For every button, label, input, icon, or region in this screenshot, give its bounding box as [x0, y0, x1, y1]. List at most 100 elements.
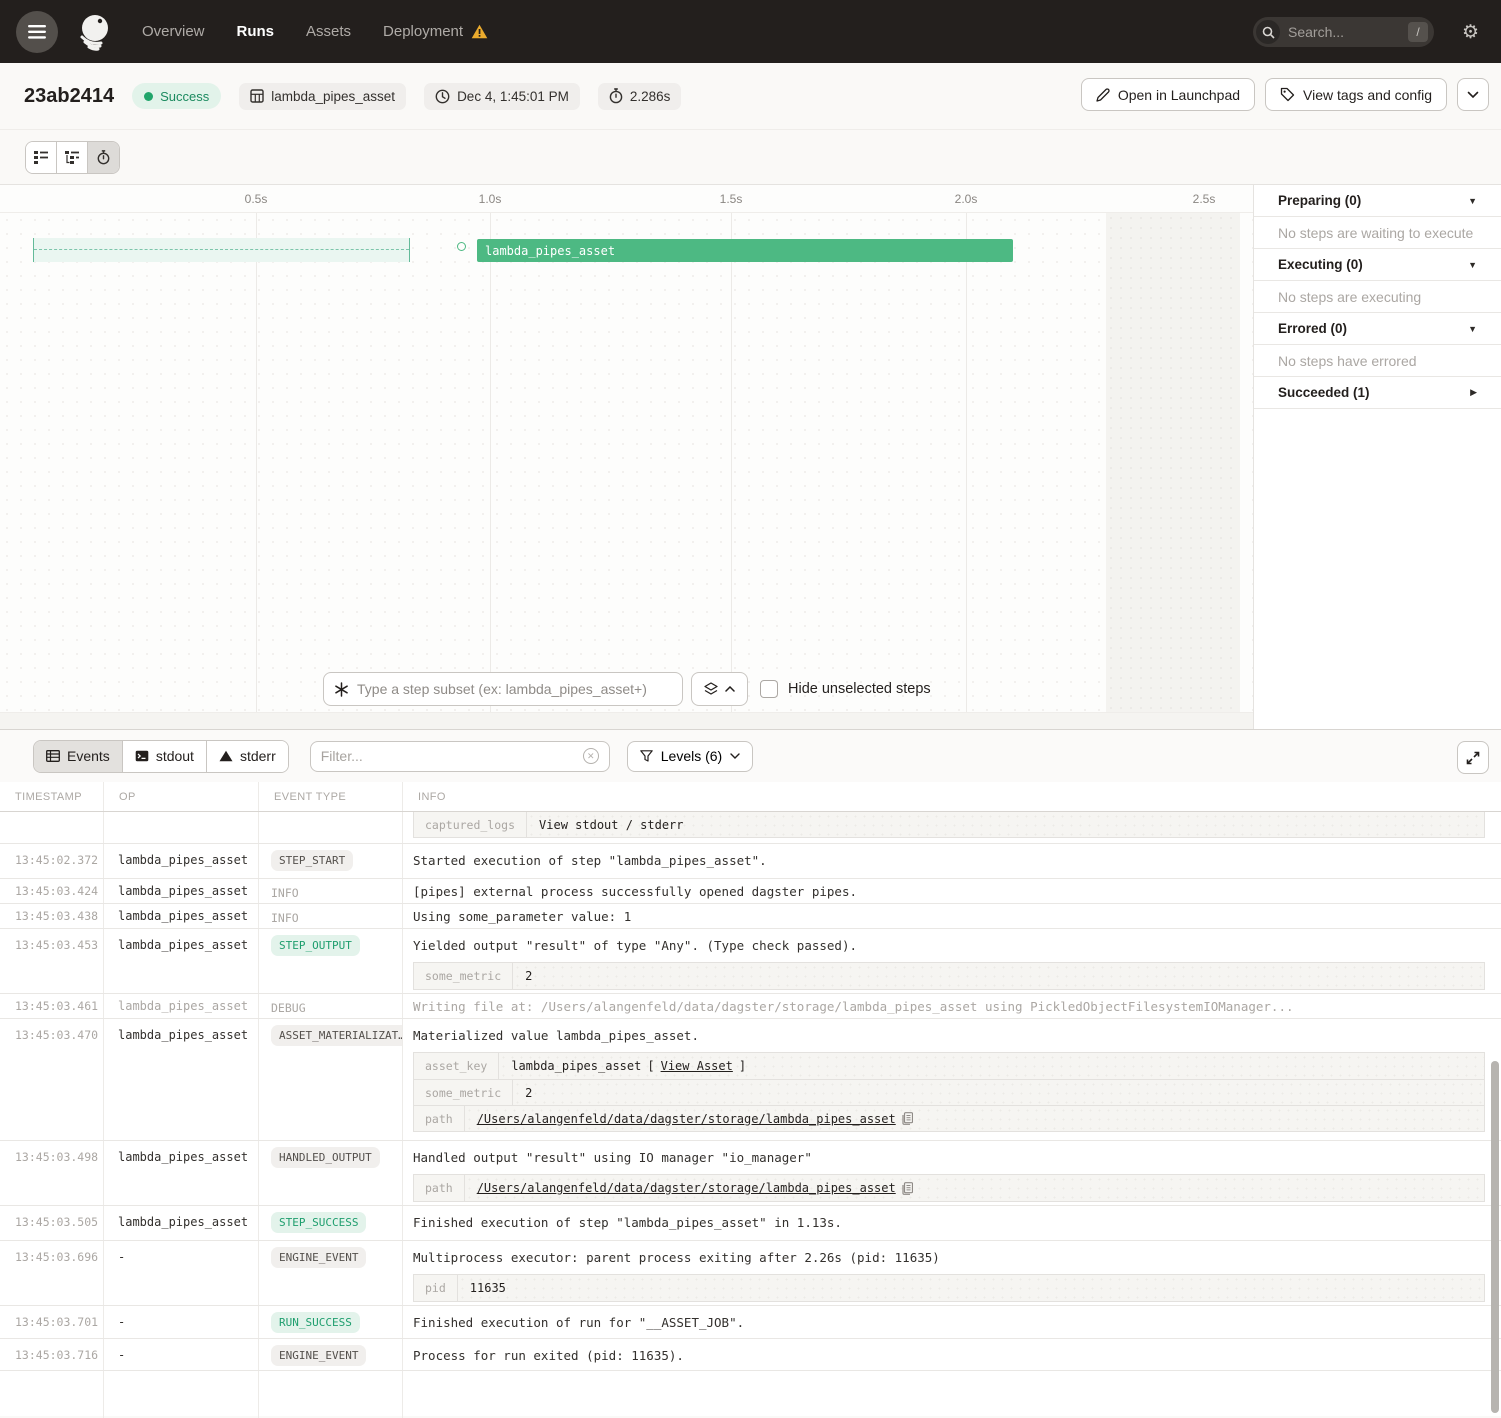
search-input[interactable]: Search... /: [1253, 17, 1434, 47]
log-op: lambda_pipes_asset: [104, 929, 259, 993]
dagster-logo: [74, 11, 116, 53]
layers-icon: [704, 682, 718, 696]
nav-item-runs[interactable]: Runs: [237, 23, 275, 40]
log-timestamp: 13:45:03.453: [0, 929, 104, 993]
section-errored[interactable]: Errored (0) ▼: [1254, 313, 1501, 345]
log-row[interactable]: 13:45:03.716 - ENGINE_EVENT Process for …: [0, 1339, 1501, 1371]
copy-icon[interactable]: [902, 1182, 913, 1195]
section-preparing-body: No steps are waiting to execute: [1254, 217, 1501, 249]
log-table-header: TIMESTAMP OP EVENT TYPE INFO: [0, 782, 1501, 812]
job-grid-icon: [250, 89, 264, 103]
levels-dropdown[interactable]: Levels (6): [627, 741, 753, 772]
clear-filter-icon[interactable]: ✕: [583, 748, 599, 764]
log-row[interactable]: 13:45:03.696 - ENGINE_EVENT Multiprocess…: [0, 1241, 1501, 1306]
log-row[interactable]: 13:45:03.470 lambda_pipes_asset ASSET_MA…: [0, 1019, 1501, 1141]
event-type-badge: ASSET_MATERIALIZAT…: [271, 1025, 403, 1046]
log-message: Multiprocess executor: parent process ex…: [413, 1250, 940, 1265]
terminal-icon: [135, 750, 149, 762]
chevron-down-icon: [730, 753, 740, 759]
run-main-area: 0.5s 1.0s 1.5s 2.0s 2.5s lambda_pipes_as…: [0, 185, 1501, 729]
funnel-icon: [640, 750, 653, 762]
gantt-canvas: lambda_pipes_asset Hide unselected steps: [0, 213, 1253, 712]
log-op: lambda_pipes_asset: [104, 844, 259, 878]
step-subset-inputbox[interactable]: [323, 672, 683, 706]
metadata-table: path /Users/alangenfeld/data/dagster/sto…: [413, 1174, 1485, 1202]
section-preparing[interactable]: Preparing (0) ▼: [1254, 185, 1501, 217]
success-dot-icon: [144, 92, 153, 101]
logs-fullscreen-button[interactable]: [1457, 741, 1489, 774]
step-marker-dot: [457, 242, 466, 251]
metadata-table: pid 11635: [413, 1274, 1485, 1302]
log-row[interactable]: 13:45:03.701 - RUN_SUCCESS Finished exec…: [0, 1306, 1501, 1339]
log-timestamp: 13:45:03.498: [0, 1141, 104, 1205]
checkbox-box[interactable]: [760, 680, 778, 698]
log-row[interactable]: 13:45:03.424 lambda_pipes_asset INFO [pi…: [0, 879, 1501, 904]
tab-stderr[interactable]: stderr: [207, 741, 288, 772]
gridline: [490, 213, 491, 712]
open-in-launchpad-button[interactable]: Open in Launchpad: [1081, 78, 1255, 111]
path-link[interactable]: /Users/alangenfeld/data/dagster/storage/…: [477, 1181, 896, 1195]
tab-events[interactable]: Events: [34, 741, 123, 772]
log-filter-input[interactable]: [321, 748, 583, 764]
search-icon: [1256, 20, 1280, 44]
log-source-tabs: Events stdout stderr: [33, 740, 289, 773]
meta-key: pid: [414, 1275, 458, 1301]
log-row[interactable]: 13:45:03.461 lambda_pipes_asset DEBUG Wr…: [0, 994, 1501, 1019]
event-type-badge: ENGINE_EVENT: [271, 1345, 366, 1366]
top-nav: Overview Runs Assets Deployment Search..…: [0, 0, 1501, 63]
log-table-body: captured_logs View stdout / stderr 13:45…: [0, 812, 1501, 1418]
clock-icon: [435, 89, 450, 104]
view-tags-config-button[interactable]: View tags and config: [1265, 78, 1447, 111]
graph-options-button[interactable]: [691, 672, 748, 706]
gantt-step-bar[interactable]: lambda_pipes_asset: [477, 239, 1013, 262]
view-asset-link[interactable]: View Asset: [661, 1059, 733, 1073]
gantt-horizontal-scrollbar[interactable]: [0, 712, 1253, 729]
nav-item-overview[interactable]: Overview: [142, 23, 205, 40]
copy-icon[interactable]: [902, 1112, 913, 1125]
tab-stdout[interactable]: stdout: [123, 741, 207, 772]
caret-right-icon: ▶: [1470, 387, 1477, 398]
run-header-more-button[interactable]: [1457, 78, 1489, 111]
view-mode-waterfall-button[interactable]: [57, 142, 88, 173]
log-row[interactable]: 13:45:03.453 lambda_pipes_asset STEP_OUT…: [0, 929, 1501, 994]
event-type-label: INFO: [271, 886, 299, 900]
log-row[interactable]: 13:45:03.498 lambda_pipes_asset HANDLED_…: [0, 1141, 1501, 1206]
job-tag[interactable]: lambda_pipes_asset: [239, 83, 406, 110]
ruler-tick: 1.0s: [479, 192, 502, 206]
logs-toolbar: Events stdout stderr ✕ Levels (6): [0, 730, 1501, 782]
log-op: lambda_pipes_asset: [104, 1141, 259, 1205]
path-link[interactable]: /Users/alangenfeld/data/dagster/storage/…: [477, 1112, 896, 1126]
hide-unselected-checkbox[interactable]: Hide unselected steps: [760, 680, 931, 698]
logs-vertical-scrollbar[interactable]: [1491, 1061, 1499, 1413]
log-timestamp: 13:45:03.461: [0, 994, 104, 1018]
section-executing[interactable]: Executing (0) ▼: [1254, 249, 1501, 281]
section-succeeded[interactable]: Succeeded (1) ▶: [1254, 377, 1501, 409]
log-row-empty: [0, 1371, 1501, 1418]
event-type-badge: RUN_SUCCESS: [271, 1312, 360, 1333]
nav-item-deployment[interactable]: Deployment: [383, 23, 488, 40]
nav-items: Overview Runs Assets Deployment: [142, 23, 488, 40]
meta-value: 2: [513, 1080, 1484, 1105]
log-op: lambda_pipes_asset: [104, 879, 259, 903]
view-mode-flat-button[interactable]: [26, 142, 57, 173]
event-type-badge: STEP_START: [271, 850, 353, 871]
run-header: 23ab2414 Success lambda_pipes_asset Dec …: [0, 63, 1501, 130]
settings-gear-button[interactable]: ⚙: [1462, 21, 1479, 44]
col-op: OP: [104, 782, 259, 811]
caret-down-icon: ▼: [1468, 324, 1477, 334]
ruler-tick: 1.5s: [720, 192, 743, 206]
log-row[interactable]: 13:45:02.372 lambda_pipes_asset STEP_STA…: [0, 844, 1501, 879]
nav-item-assets[interactable]: Assets: [306, 23, 351, 40]
timer-icon: [97, 150, 110, 165]
tag-icon: [1280, 87, 1295, 102]
hamburger-menu-button[interactable]: [16, 11, 58, 53]
view-mode-timed-button[interactable]: [88, 142, 119, 173]
log-row[interactable]: 13:45:03.505 lambda_pipes_asset STEP_SUC…: [0, 1206, 1501, 1241]
log-filter-inputbox[interactable]: ✕: [310, 741, 610, 772]
step-subset-controls: Hide unselected steps: [0, 672, 1253, 708]
view-stdout-stderr-link[interactable]: View stdout / stderr: [539, 818, 684, 832]
step-subset-input[interactable]: [357, 681, 672, 697]
log-row[interactable]: 13:45:03.438 lambda_pipes_asset INFO Usi…: [0, 904, 1501, 929]
log-row[interactable]: captured_logs View stdout / stderr: [0, 812, 1501, 844]
event-type-badge: STEP_OUTPUT: [271, 935, 360, 956]
